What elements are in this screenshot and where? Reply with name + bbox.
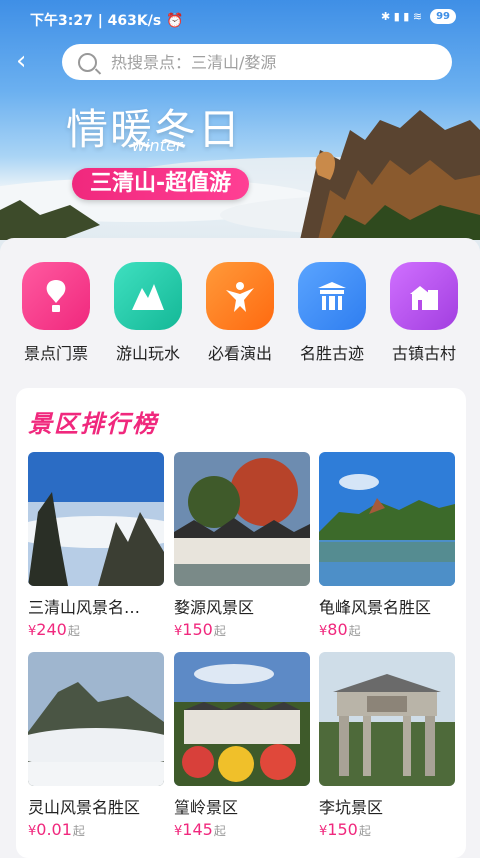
scenic-photo	[28, 452, 164, 586]
category-monuments[interactable]: 名胜古迹	[290, 262, 374, 364]
category-label: 必看演出	[207, 344, 272, 363]
scenic-name: 三清山风景名…	[28, 598, 141, 617]
scenic-item-guifeng[interactable]: 龟峰风景名胜区 ¥80起	[319, 452, 455, 639]
scenic-item-sanqingshan[interactable]: 三清山风景名… ¥240起	[28, 452, 164, 639]
scenic-name: 龟峰风景名胜区	[319, 598, 432, 617]
category-label: 游山玩水	[115, 344, 180, 363]
status-signal-icons: ✱ ▮ ▮ ≋	[381, 10, 423, 23]
scenic-price: ¥150起	[174, 620, 226, 639]
search-icon	[78, 52, 97, 72]
scenic-item-lingshan[interactable]: 灵山风景名胜区 ¥0.01起	[28, 652, 164, 839]
category-grid: 景点门票 游山玩水 必看演出 名胜古迹 古镇古村	[0, 262, 480, 372]
gate-icon	[298, 262, 366, 330]
scenic-photo	[319, 452, 455, 586]
battery-icon: 99	[430, 9, 456, 24]
scenic-item-likeng[interactable]: 李坑景区 ¥150起	[319, 652, 455, 839]
category-mountains[interactable]: 游山玩水	[106, 262, 190, 364]
scenic-price: ¥145起	[174, 820, 226, 839]
category-label: 景点门票	[23, 344, 88, 363]
scenic-price: ¥150起	[319, 820, 371, 839]
scenic-name: 婺源风景区	[174, 598, 255, 617]
scenic-photo	[319, 652, 455, 786]
category-label: 古镇古村	[391, 344, 456, 363]
scenic-photo	[174, 652, 310, 786]
scenic-name: 李坑景区	[319, 798, 384, 817]
search-bar[interactable]	[62, 44, 452, 80]
scenic-price: ¥240起	[28, 620, 80, 639]
ranking-title: 景区排行榜	[28, 410, 158, 438]
dancer-icon	[206, 262, 274, 330]
hero-banner[interactable]: 下午3:27 | 463K/s ⏰ ✱ ▮ ▮ ≋ 99 ‹ 情暖冬日 wint…	[0, 0, 480, 260]
scenic-photo	[28, 652, 164, 786]
scenic-name: 灵山风景名胜区	[28, 798, 141, 817]
status-bar: 下午3:27 | 463K/s ⏰ ✱ ▮ ▮ ≋ 99	[0, 0, 480, 36]
mountain-icon	[114, 262, 182, 330]
scenic-name: 篁岭景区	[174, 798, 239, 817]
category-label: 名胜古迹	[299, 344, 364, 363]
banner-badge[interactable]: 三清山-超值游	[72, 168, 250, 200]
category-tickets[interactable]: 景点门票	[14, 262, 98, 364]
search-input[interactable]	[109, 51, 413, 73]
scenic-price: ¥0.01起	[28, 820, 85, 839]
category-villages[interactable]: 古镇古村	[382, 262, 466, 364]
banner-subtitle: winter	[132, 136, 183, 155]
scenic-item-huangling[interactable]: 篁岭景区 ¥145起	[174, 652, 310, 839]
back-icon[interactable]: ‹	[16, 46, 40, 76]
scenic-price: ¥80起	[319, 620, 361, 639]
village-house-icon	[390, 262, 458, 330]
hot-air-balloon-icon	[22, 262, 90, 330]
scenic-photo	[174, 452, 310, 586]
scenic-item-wuyuan[interactable]: 婺源风景区 ¥150起	[174, 452, 310, 639]
status-time-speed: 下午3:27 | 463K/s ⏰	[30, 13, 184, 29]
status-icons: ✱ ▮ ▮ ≋ 99	[381, 9, 456, 24]
category-shows[interactable]: 必看演出	[198, 262, 282, 364]
